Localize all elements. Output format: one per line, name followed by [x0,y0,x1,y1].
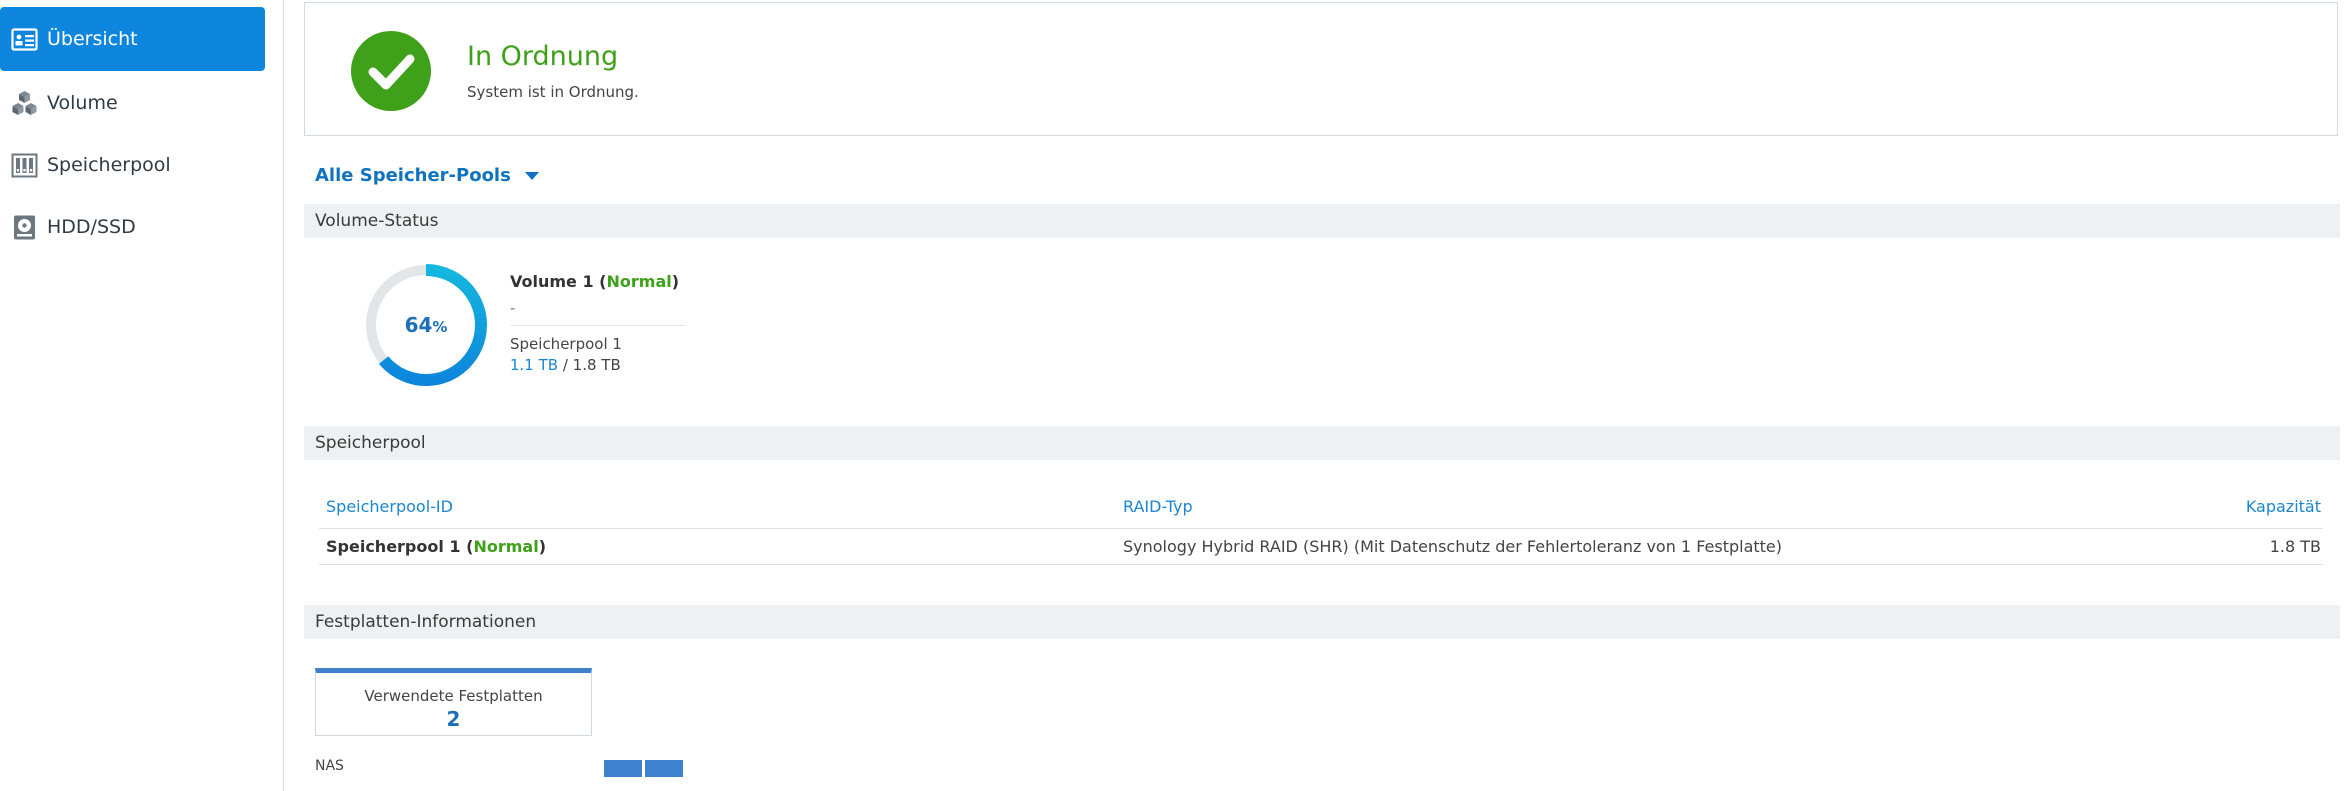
raid-type-cell: Synology Hybrid RAID (SHR) (Mit Datensch… [1123,537,1783,556]
storage-pool-icon [11,152,38,179]
sidebar-item-label: Speicherpool [47,154,171,176]
sidebar-item-label: Volume [47,92,118,114]
sidebar-item-label: HDD/SSD [47,216,136,238]
disk-slot-2[interactable] [645,760,683,777]
health-status-panel: In Ordnung System ist in Ordnung. [304,2,2338,136]
volume-title: Volume 1 (Normal) [510,272,680,291]
column-header-raid-type[interactable]: RAID-Typ [1123,497,1193,516]
table-row-divider [319,564,2323,565]
column-header-pool-id[interactable]: Speicherpool-ID [326,497,453,516]
pool-filter-dropdown[interactable]: Alle Speicher-Pools [315,165,539,186]
sidebar-item-volume[interactable]: Volume [0,71,265,135]
pool-id-cell: Speicherpool 1 (Normal) [326,537,546,556]
used-disks-label: Verwendete Festplatten [364,687,543,705]
disk-info-header: Festplatten-Informationen [304,605,2340,639]
volume-description: - [510,299,516,317]
volume-name: Volume 1 [510,272,594,291]
divider [510,325,686,326]
nas-label: NAS [315,758,344,774]
used-disks-card: Verwendete Festplatten 2 [315,668,592,736]
volume-capacity-separator: / [558,356,573,374]
volume-usage-number: 64 [405,313,433,337]
sidebar-item-label: Übersicht [47,28,138,50]
volume-usage-unit: % [432,318,447,336]
section-title: Festplatten-Informationen [315,612,537,632]
storage-pool-header: Speicherpool [304,426,2340,460]
volume-info: Volume 1 (Normal) - Speicherpool 1 1.1 T… [510,272,679,374]
volume-total: 1.8 TB [572,356,621,374]
table-header-divider [319,528,2323,529]
capacity-cell: 1.8 TB [2269,537,2321,556]
pool-state: Normal [473,537,539,556]
volume-used: 1.1 TB [510,356,559,374]
caret-down-icon [524,171,539,180]
status-title: In Ordnung [467,41,619,72]
section-title: Volume-Status [315,211,439,231]
check-circle-icon [351,31,431,111]
used-disks-count: 2 [446,707,461,731]
volume-status-header: Volume-Status [304,204,2340,238]
sidebar: Übersicht Volume Speicherpool HDD/SSD [0,0,284,791]
overview-icon [11,26,38,53]
sidebar-item-overview[interactable]: Übersicht [0,7,265,71]
disk-slot-1[interactable] [604,760,642,777]
volume-cubes-icon [11,90,38,117]
sidebar-item-storage-pool[interactable]: Speicherpool [0,133,265,197]
volume-capacity: 1.1 TB / 1.8 TB [510,356,679,374]
volume-state: Normal [606,272,672,291]
pool-filter-label: Alle Speicher-Pools [315,165,511,186]
volume-pool-name: Speicherpool 1 [510,335,622,353]
volume-usage-percent: 64% [405,313,448,337]
section-title: Speicherpool [315,433,426,453]
volume-usage-donut: 64% [366,264,487,386]
main-content: In Ordnung System ist in Ordnung. Alle S… [304,0,2340,791]
sidebar-item-hdd-ssd[interactable]: HDD/SSD [0,195,265,259]
status-subtitle: System ist in Ordnung. [467,83,639,101]
hdd-icon [11,214,38,241]
pool-name: Speicherpool 1 [326,537,461,556]
column-header-capacity[interactable]: Kapazität [2246,497,2321,516]
